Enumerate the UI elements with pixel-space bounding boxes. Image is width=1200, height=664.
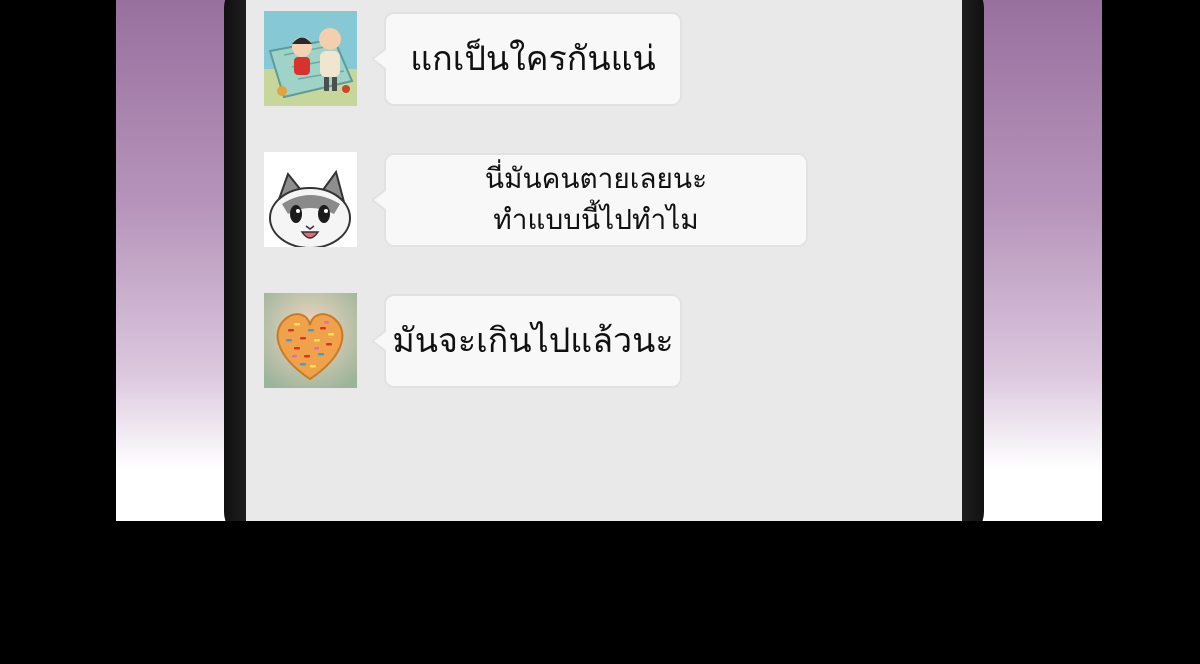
message-text-line-2: ทำแบบนี้ไปทำไม [493,203,699,236]
avatar[interactable] [264,152,357,247]
message-text-line-1: นี่มันคนตายเลยนะ [484,162,708,196]
avatar[interactable] [264,293,357,388]
cat-face-avatar-art [264,152,357,247]
message-text: มันจะเกินไปแล้วนะ [392,320,674,361]
couple-picnic-avatar-art [264,11,357,106]
message-text: แกเป็นใครกันแน่ [410,38,656,79]
message-bubble[interactable]: มันจะเกินไปแล้วนะ [371,294,682,388]
chat-screen: แกเป็นใครกันแน่ นี่มันคนตายเลยนะ ทำแบบนี… [246,0,962,521]
avatar[interactable] [264,11,357,106]
message-bubble[interactable]: แกเป็นใครกันแน่ [371,12,682,106]
heart-cookie-avatar-art [264,293,357,388]
message-bubble[interactable]: นี่มันคนตายเลยนะ ทำแบบนี้ไปทำไม [371,153,808,247]
